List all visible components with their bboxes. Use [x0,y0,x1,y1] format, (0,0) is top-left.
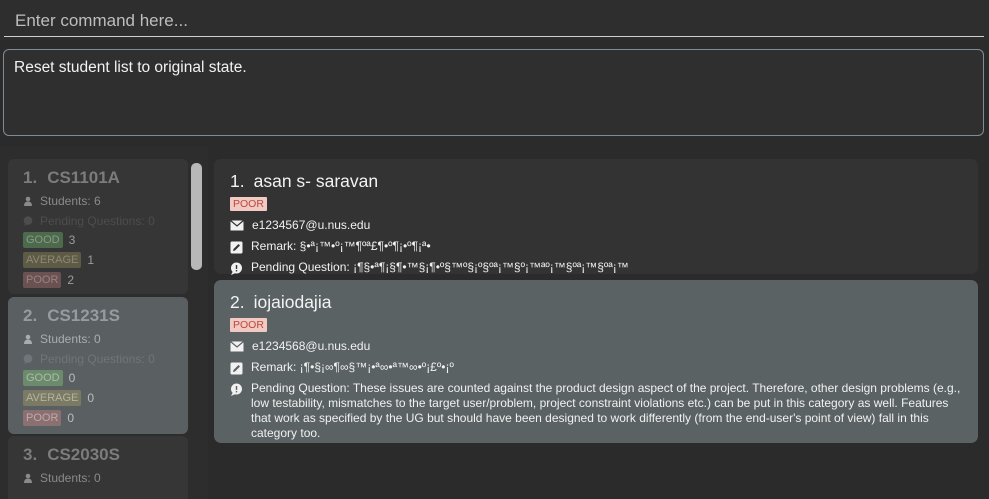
student-pending-question: Pending Question: These issues are count… [251,381,961,440]
average-count: 1 [87,253,95,267]
student-remark: Remark: §•ª¡™•º¡™¶ºª£¶•º¶¡•º¶¡ª• [251,239,431,253]
student-title: 2. iojaiodajia [230,292,978,313]
student-count-row: Students: 0 [23,332,188,346]
good-count: 3 [68,233,76,247]
question-row: Pending Question: These issues are count… [230,381,970,441]
student-tag: POOR [230,197,267,211]
command-input[interactable] [4,0,984,37]
class-title: 1. CS1101A [23,168,188,188]
class-title: 3. CS2030S [23,445,188,465]
chat-bubble-icon [231,383,242,396]
student-remark: Remark: ¡¶•§¡∞¶∞§™¡•ª∞•ª™∞•º¡£º•¡º [251,360,454,374]
class-card-selected[interactable]: 2. CS1231S Students: 0 Pending Questions… [8,297,188,434]
command-bar [0,0,989,40]
student-card-selected[interactable]: 2. iojaiodajia POOR e1234568@u.nus.edu R… [214,280,978,443]
student-pending-question: Pending Question: ¡¶§•ª¶¡§¶•™§¡¶•º§™º§¡º… [251,260,629,274]
student-name: asan s- saravan [253,171,379,191]
class-list-scrollbar[interactable] [191,163,202,270]
student-name: iojaiodajia [253,292,332,312]
student-count: Students: 0 [40,471,101,485]
poor-tag: POOR [23,410,62,426]
class-title: 2. CS1231S [23,306,188,326]
class-name: CS1101A [47,168,120,187]
poor-count: 2 [67,273,75,287]
student-index: 1. [230,171,245,191]
person-icon [24,334,32,344]
student-count: Students: 6 [40,194,101,208]
pending-count: Pending Questions: 0 [40,214,155,228]
pencil-icon [230,362,243,375]
class-name: CS1231S [47,306,120,325]
email-row: e1234567@u.nus.edu [230,218,970,233]
student-title: 1. asan s- saravan [230,171,978,192]
average-tag: AVERAGE [23,390,82,406]
person-icon [24,473,32,483]
pending-row: Pending Questions: 0 [23,214,188,228]
question-row: Pending Question: ¡¶§•ª¶¡§¶•™§¡¶•º§™º§¡º… [230,260,970,275]
student-index: 2. [230,292,245,312]
email-row: e1234568@u.nus.edu [230,339,970,354]
pencil-icon [230,241,243,254]
student-card[interactable]: 1. asan s- saravan POOR e1234567@u.nus.e… [214,159,978,275]
good-count: 0 [68,371,76,385]
poor-tag: POOR [23,272,62,288]
mail-icon [230,220,244,231]
poor-count: 0 [67,411,75,425]
chat-bubble-icon [23,216,33,226]
pending-count: Pending Questions: 0 [40,352,155,366]
poor-row: POOR 0 [23,410,188,426]
class-card[interactable]: 1. CS1101A Students: 6 Pending Questions… [8,159,188,294]
student-email: e1234567@u.nus.edu [252,218,371,232]
good-row: GOOD 3 [23,232,188,248]
average-row: AVERAGE 0 [23,390,188,406]
person-icon [24,196,32,206]
good-row: GOOD 0 [23,370,188,386]
class-name: CS2030S [47,445,120,464]
student-count-row: Students: 6 [23,194,188,208]
class-index: 2. [23,306,38,325]
student-email: e1234568@u.nus.edu [252,339,371,353]
average-row: AVERAGE 1 [23,252,188,268]
student-tag: POOR [230,318,267,332]
student-count: Students: 0 [40,332,101,346]
average-count: 0 [87,391,95,405]
good-tag: GOOD [23,232,63,248]
remark-row: Remark: §•ª¡™•º¡™¶ºª£¶•º¶¡•º¶¡ª• [230,239,970,254]
pending-row: Pending Questions: 0 [23,352,188,366]
class-index: 3. [23,445,38,464]
student-count-row: Students: 0 [23,471,188,485]
chat-bubble-icon [231,262,242,275]
poor-row: POOR 2 [23,272,188,288]
class-card[interactable]: 3. CS2030S Students: 0 [8,436,188,499]
mail-icon [230,341,244,352]
remark-row: Remark: ¡¶•§¡∞¶∞§™¡•ª∞•ª™∞•º¡£º•¡º [230,360,970,375]
chat-bubble-icon [23,354,33,364]
class-index: 1. [23,168,38,187]
result-text: Reset student list to original state. [14,59,247,76]
good-tag: GOOD [23,370,63,386]
result-display[interactable]: Reset student list to original state. [3,49,984,136]
average-tag: AVERAGE [23,252,82,268]
